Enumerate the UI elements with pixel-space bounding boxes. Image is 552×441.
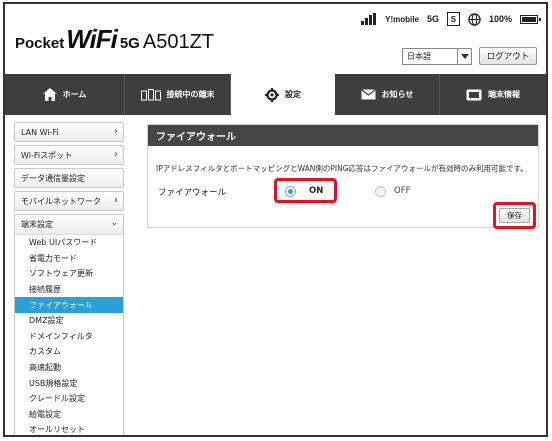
logo-wifi: WiFi xyxy=(66,24,118,54)
sidebar-subitem-cradle[interactable]: クレードル設定 xyxy=(15,391,123,407)
chevron-right-icon: › xyxy=(114,126,118,137)
sim-icon: S xyxy=(446,12,460,26)
nav-settings-label: 設定 xyxy=(285,90,301,99)
firewall-field-label: ファイアウォール xyxy=(158,188,227,198)
sidebar-item-label: Wi-Fiスポット xyxy=(21,150,73,160)
firewall-panel: ファイアウォール IPアドレスフィルタとポートマッピングとWAN側のPING応答… xyxy=(147,124,539,229)
mail-icon xyxy=(360,89,376,100)
nav-notifications[interactable]: お知らせ xyxy=(335,74,440,115)
sidebar-item-data-usage[interactable]: データ通信量設定 xyxy=(14,168,124,188)
globe-icon xyxy=(468,12,481,26)
sidebar-item-label: データ通信量設定 xyxy=(21,173,85,183)
chevron-right-icon: › xyxy=(114,195,118,206)
sidebar-item-label: モバイルネットワーク xyxy=(21,196,101,206)
sidebar-item-label: LAN Wi-Fi xyxy=(21,127,59,137)
product-logo: Pocket WiFi 5G A501ZT xyxy=(15,24,214,55)
nav-notifications-label: お知らせ xyxy=(381,90,414,99)
sidebar-subitem-firewall[interactable]: ファイアウォール xyxy=(15,297,123,313)
logo-5g: 5G xyxy=(119,35,140,52)
sidebar-subitem-dmz[interactable]: DMZ設定 xyxy=(15,313,123,329)
firewall-off-radio[interactable] xyxy=(375,186,386,197)
sidebar-group-header[interactable]: 端末設定 ⌄ xyxy=(15,215,123,235)
nav-home[interactable]: ホーム xyxy=(5,74,125,115)
logo-pocket: Pocket xyxy=(15,35,65,52)
sidebar-subitem-software-update[interactable]: ソフトウェア更新 xyxy=(15,266,123,282)
sidebar-group-label: 端末設定 xyxy=(21,220,53,229)
sidebar-item-lan-wifi[interactable]: LAN Wi-Fi › xyxy=(14,122,124,142)
page-title: ファイアウォール xyxy=(148,125,538,146)
signal-icon xyxy=(361,13,377,25)
highlight-on-option xyxy=(274,178,337,203)
nav-connected-devices-label: 接続中の端末 xyxy=(166,90,215,99)
nav-home-label: ホーム xyxy=(62,90,87,99)
carrier-name: Y!mobile xyxy=(385,14,419,24)
header: Pocket WiFi 5G A501ZT Y!mobile 5G S 100%… xyxy=(5,4,546,72)
router-admin-window: Pocket WiFi 5G A501ZT Y!mobile 5G S 100%… xyxy=(3,2,548,437)
sidebar-item-wifi-spot[interactable]: Wi-Fiスポット › xyxy=(14,145,124,165)
sidebar-subitem-connection-history[interactable]: 接続履歴 xyxy=(15,282,123,298)
battery-icon xyxy=(520,14,541,24)
firewall-off-label[interactable]: OFF xyxy=(394,186,410,196)
firewall-on-label[interactable]: ON xyxy=(309,186,323,196)
firewall-note: IPアドレスフィルタとポートマッピングとWAN側のPING応答はファイアウォール… xyxy=(156,164,528,173)
status-bar: Y!mobile 5G S 100% xyxy=(361,12,541,26)
sidebar-subitem-factory-reset[interactable]: オールリセット xyxy=(15,422,123,435)
nav-settings[interactable]: 設定 xyxy=(231,74,335,115)
sidebar: LAN Wi-Fi › Wi-Fiスポット › データ通信量設定 モバイルネット… xyxy=(14,122,124,435)
main-nav: ホーム 接続中の端末 設定 お知らせ 端末情報 xyxy=(5,74,546,115)
language-value: 日本語 xyxy=(407,52,431,61)
sidebar-subitem-power-supply[interactable]: 給電設定 xyxy=(15,407,123,423)
gear-icon xyxy=(265,87,279,102)
nav-device-info[interactable]: 端末情報 xyxy=(440,74,546,115)
nav-connected-devices[interactable]: 接続中の端末 xyxy=(125,74,231,115)
sidebar-item-mobile-network[interactable]: モバイルネットワーク › xyxy=(14,191,124,211)
sidebar-group-device-settings: 端末設定 ⌄ Web UIパスワード 省電力モード ソフトウェア更新 接続履歴 … xyxy=(14,214,124,435)
sidebar-subitem-fast-boot[interactable]: 高速起動 xyxy=(15,360,123,376)
language-select[interactable]: 日本語 xyxy=(402,48,472,65)
home-icon xyxy=(42,88,57,101)
sidebar-subitem-usb-standard[interactable]: USB規格設定 xyxy=(15,375,123,391)
sidebar-subitem-power-saving[interactable]: 省電力モード xyxy=(15,251,123,267)
chevron-right-icon: › xyxy=(114,149,118,160)
device-info-icon xyxy=(466,89,482,100)
logo-model: A501ZT xyxy=(142,31,215,53)
sidebar-subitem-custom[interactable]: カスタム xyxy=(15,344,123,360)
battery-level: 100% xyxy=(488,14,512,24)
devices-icon xyxy=(140,88,161,100)
nav-device-info-label: 端末情報 xyxy=(488,90,520,99)
save-button[interactable]: 保存 xyxy=(499,208,530,223)
chevron-down-icon: ⌄ xyxy=(110,218,118,228)
sidebar-subitem-domain-filter[interactable]: ドメインフィルタ xyxy=(15,329,123,345)
firewall-on-radio[interactable] xyxy=(285,186,296,197)
network-type: 5G xyxy=(426,14,439,24)
logout-button[interactable]: ログアウト xyxy=(479,47,537,65)
sidebar-subitem-webui-password[interactable]: Web UIパスワード xyxy=(15,235,123,251)
chevron-down-icon xyxy=(457,49,471,64)
